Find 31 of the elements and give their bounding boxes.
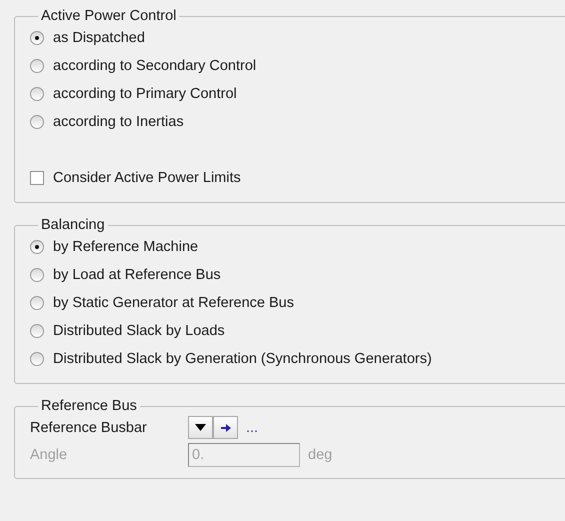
field-label: Angle <box>30 446 68 462</box>
option-label: according to Secondary Control <box>53 58 256 74</box>
group-title: Reference Bus <box>40 398 138 414</box>
option-label: according to Primary Control <box>53 86 237 102</box>
arrow-icon <box>220 424 230 432</box>
field-label: Reference Busbar <box>30 420 148 436</box>
option-label: according to Inertias <box>53 114 184 130</box>
radio-button[interactable] <box>30 324 44 338</box>
radio-button[interactable] <box>30 115 44 129</box>
checkbox-label: Consider Active Power Limits <box>53 170 241 186</box>
option-label: Distributed Slack by Loads <box>53 323 225 339</box>
radio-button[interactable] <box>30 59 44 73</box>
radio-button[interactable] <box>30 352 44 366</box>
selected-value: ... <box>246 420 258 436</box>
unit-label: deg <box>308 446 332 462</box>
dropdown-button[interactable] <box>188 416 213 439</box>
radio-button[interactable] <box>30 240 44 254</box>
group-title: Balancing <box>40 217 106 233</box>
option-label: as Dispatched <box>53 30 145 46</box>
checkbox[interactable] <box>30 171 44 185</box>
jump-button[interactable] <box>213 416 238 439</box>
radio-button[interactable] <box>30 87 44 101</box>
option-label: by Static Generator at Reference Bus <box>53 295 294 311</box>
radio-button[interactable] <box>30 296 44 310</box>
radio-button[interactable] <box>30 31 44 45</box>
option-label: Distributed Slack by Generation (Synchronous Generators) <box>53 351 432 367</box>
option-label: by Load at Reference Bus <box>53 267 221 283</box>
group-title: Active Power Control <box>40 8 178 24</box>
option-label: by Reference Machine <box>53 239 198 255</box>
caret-icon <box>195 424 206 431</box>
radio-button[interactable] <box>30 268 44 282</box>
